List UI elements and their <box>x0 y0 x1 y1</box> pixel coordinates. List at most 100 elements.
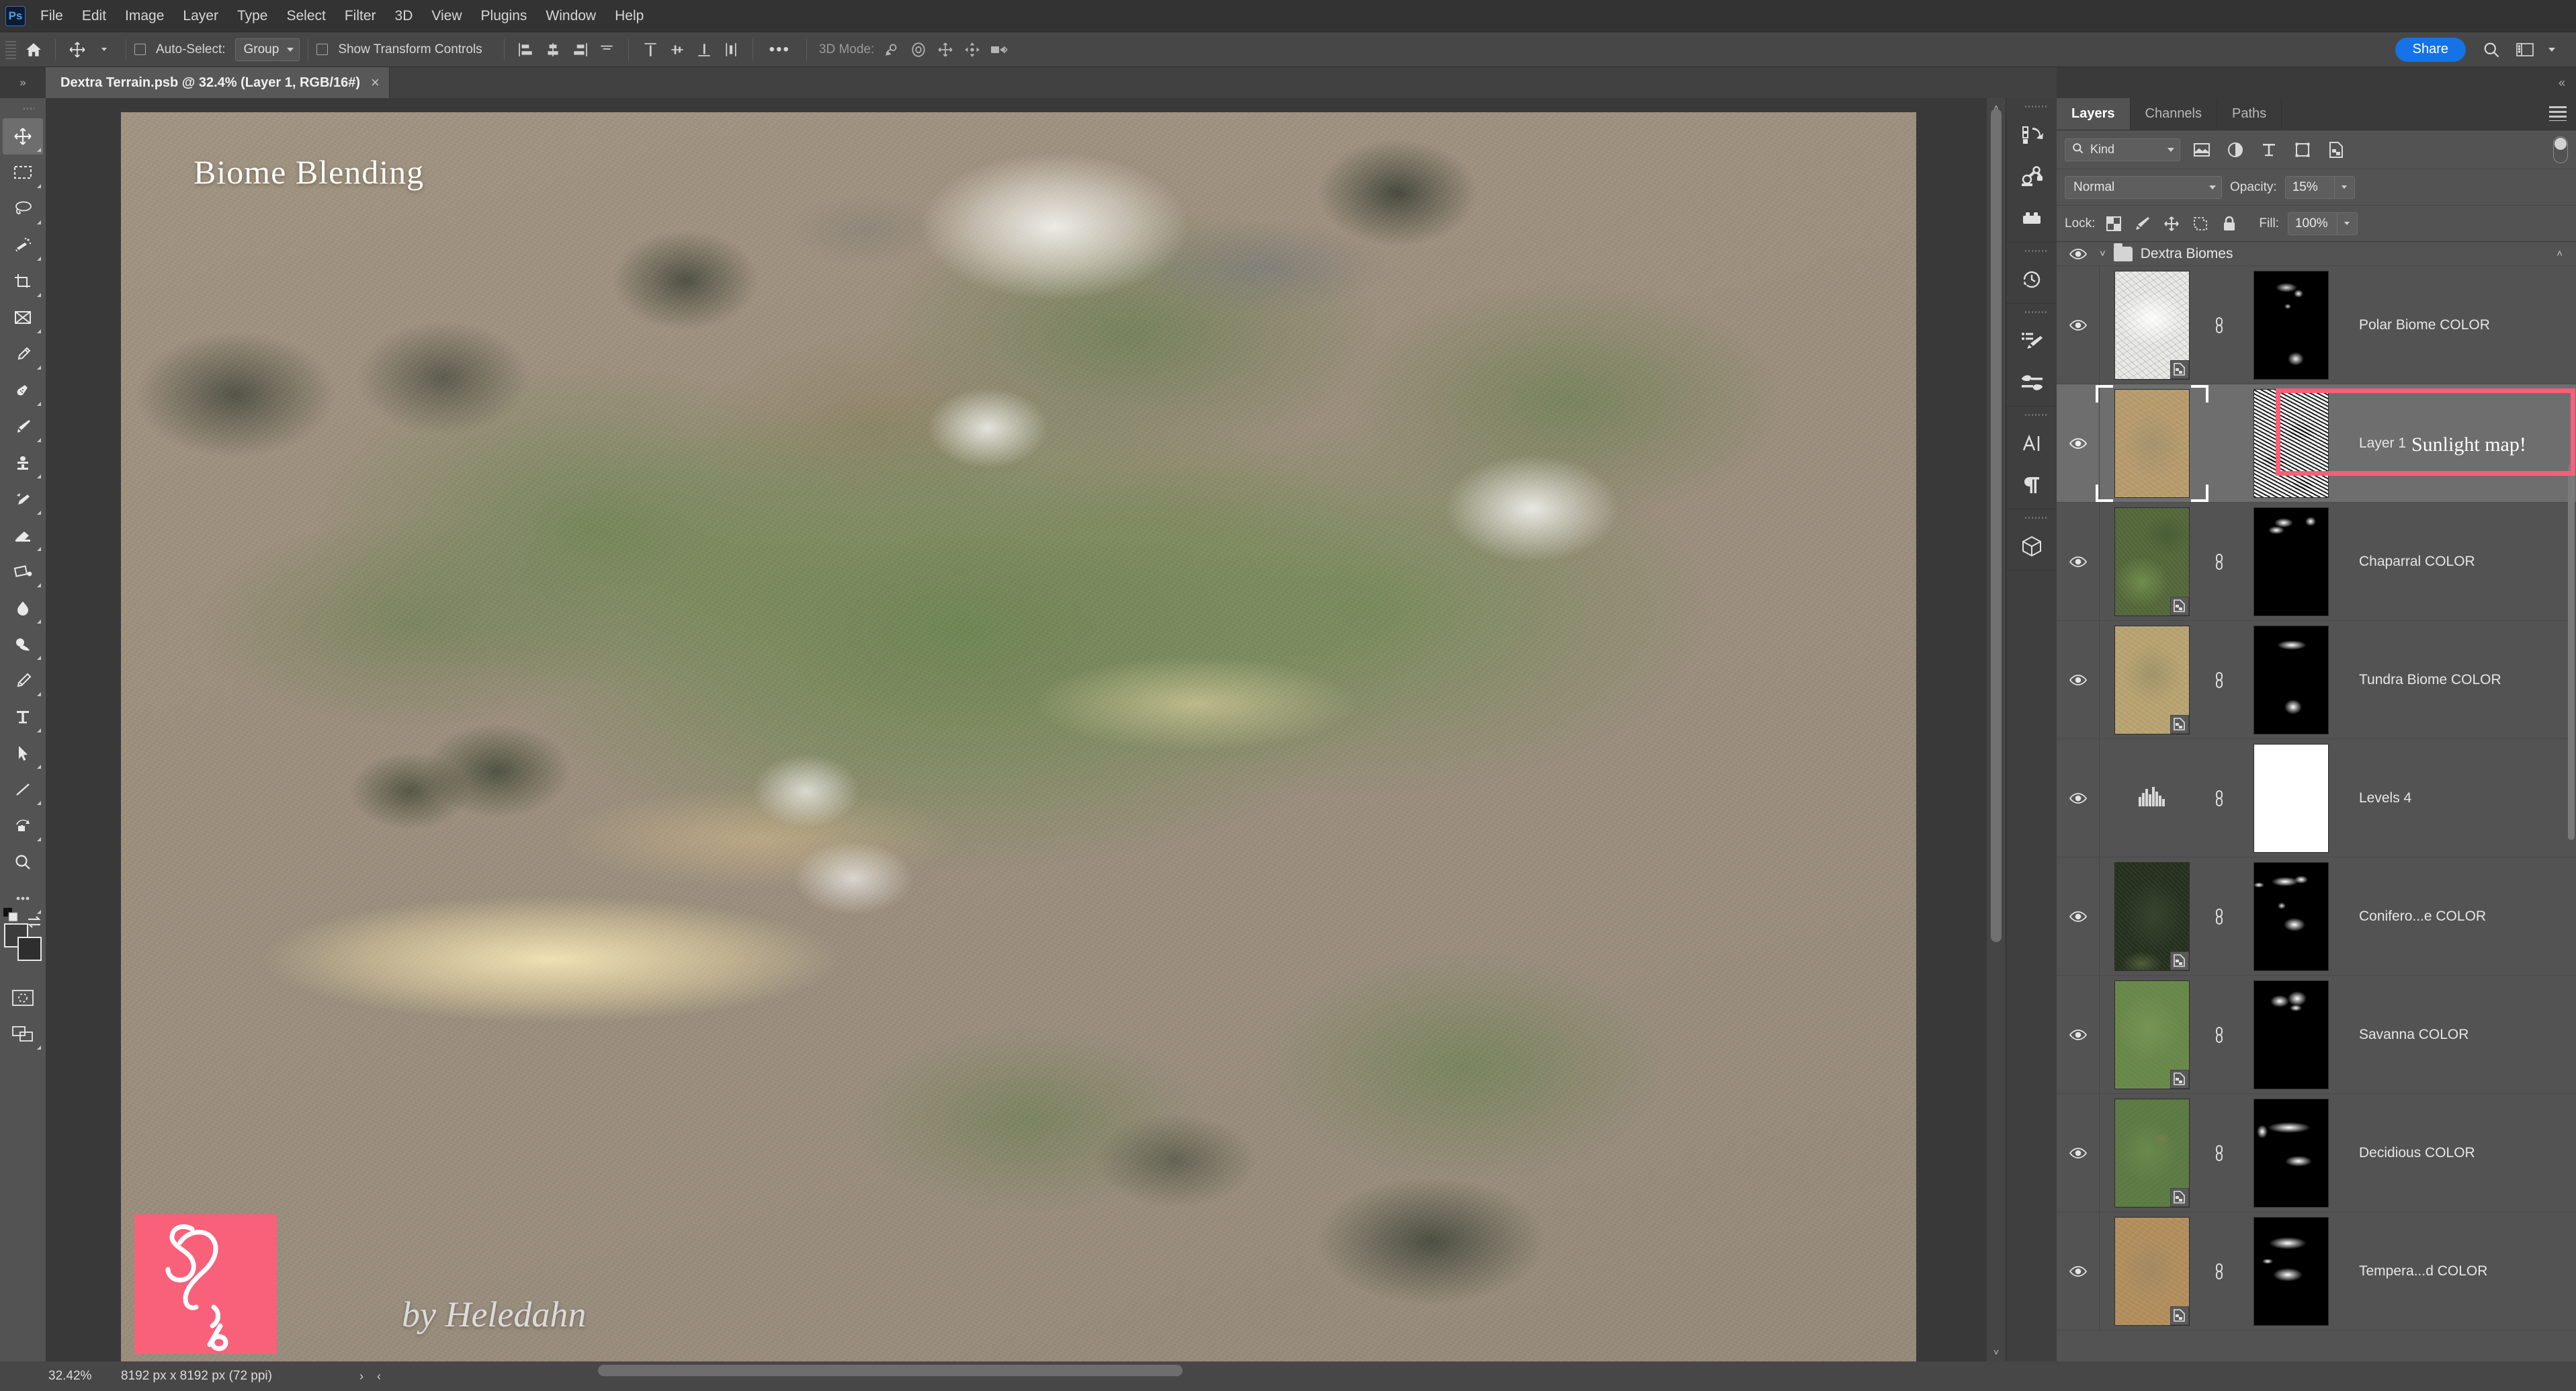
object-selection-tool[interactable] <box>3 227 43 263</box>
layer-mask-cell[interactable] <box>2234 743 2348 853</box>
dock-grip[interactable] <box>2015 409 2048 421</box>
gradient-tool[interactable] <box>3 554 43 590</box>
layer-name[interactable]: Tundra Biome COLOR <box>2348 672 2576 688</box>
menu-item-plugins[interactable]: Plugins <box>472 0 537 32</box>
dock-grip[interactable] <box>2015 245 2048 257</box>
layer-visibility-toggle[interactable] <box>2057 266 2100 384</box>
lock-artboard-icon[interactable] <box>2190 214 2210 234</box>
workspace-switcher-icon[interactable] <box>2511 36 2538 63</box>
align-horizontal-centers-icon[interactable] <box>540 36 566 63</box>
layer-mask-link-icon[interactable] <box>2204 907 2234 927</box>
align-left-edges-icon[interactable] <box>513 36 540 63</box>
vertical-scroll-thumb[interactable] <box>1991 109 2002 942</box>
filter-kind-select[interactable]: Kind <box>2065 138 2180 161</box>
lock-transparent-pixels-icon[interactable] <box>2104 214 2124 234</box>
dodge-tool[interactable] <box>3 626 43 663</box>
tool-preset-caret[interactable] <box>91 36 118 63</box>
layer-name[interactable]: Savanna COLOR <box>2348 1027 2576 1043</box>
zoom-level[interactable]: 32.42% <box>0 1369 121 1384</box>
blend-mode-select[interactable]: Normal <box>2065 175 2222 199</box>
fill-input[interactable]: 100% <box>2287 212 2337 235</box>
layer-visibility-toggle[interactable] <box>2057 739 2100 857</box>
close-icon[interactable]: × <box>371 74 380 91</box>
rotate-view-tool[interactable] <box>3 808 43 844</box>
layer-mask-link-icon[interactable] <box>2204 788 2234 808</box>
canvas-area[interactable]: Biome Blending by Heledahn ˄ ˅ <box>46 98 2006 1389</box>
move-tool-icon[interactable] <box>64 36 91 63</box>
group-name-cell[interactable]: ˅ Dextra Biomes <box>2100 243 2233 262</box>
table-row[interactable]: Chaparral COLOR <box>2057 503 2576 621</box>
horizontal-scroll-thumb[interactable] <box>598 1365 1183 1376</box>
move-tool[interactable] <box>3 118 43 155</box>
table-row[interactable]: Levels 4 <box>2057 739 2576 857</box>
layer-name[interactable]: Tempera...d COLOR <box>2348 1263 2576 1279</box>
fill-stepper[interactable] <box>2337 212 2358 235</box>
menu-item-help[interactable]: Help <box>605 0 653 32</box>
lock-image-pixels-icon[interactable] <box>2133 214 2153 234</box>
tools-panel-grip[interactable] <box>11 102 34 116</box>
group-visibility-toggle[interactable] <box>2057 248 2100 260</box>
layer-mask-cell[interactable] <box>2234 980 2348 1089</box>
table-row[interactable]: Conifero...e COLOR <box>2057 857 2576 976</box>
layer-mask-link-icon[interactable] <box>2204 670 2234 690</box>
panel-menu-icon[interactable] <box>2549 106 2567 121</box>
pen-tool[interactable] <box>3 663 43 699</box>
adjustment-icon-cell[interactable] <box>2100 785 2204 811</box>
layer-thumbnail-cell[interactable] <box>2100 625 2204 734</box>
layer-visibility-toggle[interactable] <box>2057 1094 2100 1212</box>
workspace-chevron-icon[interactable] <box>2538 36 2565 63</box>
layer-name[interactable]: Polar Biome COLOR <box>2348 317 2576 333</box>
layer-name[interactable]: Decidious COLOR <box>2348 1145 2576 1161</box>
search-icon[interactable] <box>2478 36 2505 63</box>
layer-thumbnail-cell[interactable] <box>2100 507 2204 616</box>
table-row[interactable]: Savanna COLOR <box>2057 976 2576 1094</box>
history-clock-icon[interactable] <box>2010 259 2053 300</box>
3d-cube-icon[interactable] <box>2010 525 2053 567</box>
chevron-down-icon[interactable]: ˅ <box>2100 248 2106 259</box>
menu-item-layer[interactable]: Layer <box>173 0 228 32</box>
align-top-edges-icon[interactable] <box>593 36 620 63</box>
layer-thumbnail-cell[interactable] <box>2100 1098 2204 1208</box>
layer-mask-link-icon[interactable] <box>2204 315 2234 335</box>
layer-name[interactable]: Conifero...e COLOR <box>2348 909 2576 925</box>
history-states-icon[interactable] <box>2010 114 2053 156</box>
crop-tool[interactable] <box>3 263 43 300</box>
layer-visibility-toggle[interactable] <box>2057 384 2100 502</box>
opacity-stepper[interactable] <box>2334 175 2355 199</box>
blur-tool[interactable] <box>3 590 43 626</box>
opacity-input[interactable]: 15% <box>2284 175 2335 199</box>
shape-filter-icon[interactable] <box>2290 138 2315 161</box>
layer-visibility-toggle[interactable] <box>2057 621 2100 739</box>
clone-stamp-tool[interactable] <box>3 445 43 481</box>
auto-select-scope-select[interactable]: Group <box>234 38 300 61</box>
show-transform-checkbox[interactable] <box>316 44 329 55</box>
table-row[interactable]: Decidious COLOR <box>2057 1094 2576 1212</box>
menu-item-type[interactable]: Type <box>228 0 277 32</box>
menu-item-3d[interactable]: 3D <box>386 0 423 32</box>
layer-thumbnail-cell[interactable] <box>2100 270 2204 380</box>
layer-mask-cell[interactable] <box>2234 388 2348 498</box>
layer-name[interactable]: Levels 4 <box>2348 790 2576 806</box>
layer-thumbnail-cell[interactable] <box>2096 384 2208 502</box>
table-row[interactable]: Tempera...d COLOR <box>2057 1212 2576 1331</box>
healing-brush-tool[interactable] <box>3 372 43 409</box>
auto-select-checkbox[interactable] <box>134 44 146 55</box>
share-button[interactable]: Share <box>2395 37 2466 62</box>
tab-channels[interactable]: Channels <box>2130 98 2218 130</box>
distribute-spacing-icon[interactable] <box>718 36 744 63</box>
plugins-brick-icon[interactable] <box>2010 198 2053 239</box>
layer-mask-link-icon[interactable] <box>2204 1025 2234 1045</box>
layer-list[interactable]: ˅ Dextra Biomes ˄ Polar Biome COLOR Laye… <box>2057 242 2576 1363</box>
type-tool[interactable] <box>3 699 43 735</box>
3d-slide-icon[interactable] <box>959 36 986 63</box>
history-brush-tool[interactable] <box>3 481 43 517</box>
layer-mask-cell[interactable] <box>2234 861 2348 971</box>
layer-mask-link-icon[interactable] <box>2204 552 2234 572</box>
layer-visibility-toggle[interactable] <box>2057 857 2100 975</box>
lock-position-icon[interactable] <box>2161 214 2182 234</box>
filter-toggle[interactable] <box>2553 136 2568 163</box>
document-tab[interactable]: Dextra Terrain.psb @ 32.4% (Layer 1, RGB… <box>46 67 390 98</box>
background-color-swatch[interactable] <box>17 937 42 961</box>
3d-pan-icon[interactable] <box>932 36 959 63</box>
dock-grip[interactable] <box>2015 306 2048 319</box>
